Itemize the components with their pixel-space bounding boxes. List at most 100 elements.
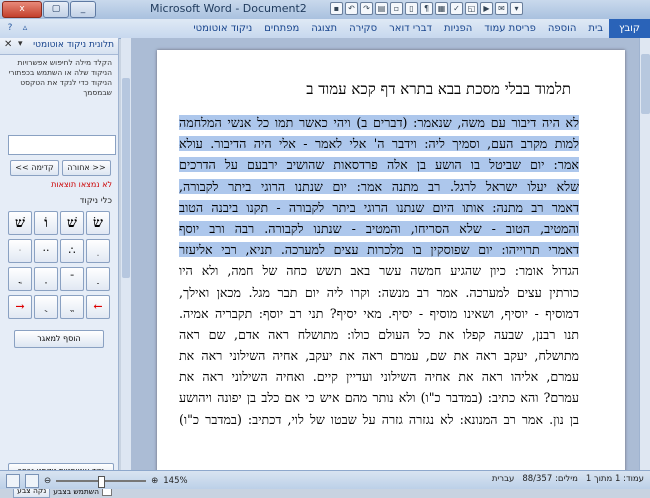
tab-file[interactable]: קובץ [609,19,650,38]
selected-text: לא היה דיבור עם משה, שנאמר: (דברים ב) וי… [179,115,579,130]
nikud-keys: שׁוֹשׁשּׂ··∴ֳָֽ־ֵ→ֱֻ← [8,211,110,319]
text-line: הגדול אומר: כיון שהגיע חמשה עשר באב תשש … [179,260,579,281]
selected-text: למות מקרב העם, וסמיך ליה: וידבר ה' אלי ל… [179,136,579,152]
text-line: למות מקרב העם, וסמיך ליה: וידבר ה' אלי ל… [179,133,579,154]
close-button[interactable]: x [2,1,42,18]
pane-description: הקלד מילה לחיפוש אפשרויות הניקוד שלה או … [8,58,112,97]
text-line: דמוסיף - יוסיף, ושאינו מוסיף - יסיף. מאי… [179,303,579,324]
format-icon[interactable]: ¶ [420,2,433,15]
nikud-key[interactable]: שׁ [8,211,32,235]
tab-auto-nikud[interactable]: ניקוד אוטומטי [187,19,258,38]
undo-icon[interactable]: ↶ [345,2,358,15]
forward-button[interactable]: קדימה >> [10,160,59,176]
zoom-knob[interactable] [98,476,106,488]
open-icon[interactable]: ▫ [390,2,403,15]
search-input[interactable] [8,135,116,155]
nikud-key[interactable]: ֵ [86,267,110,291]
nikud-key[interactable]: ֳ [8,267,32,291]
status-bar: ⊖ ⊕ 145% עמוד: 1 מתוך 1 מילים: 88/357 עב… [0,470,650,489]
ribbon-help: ? ▵ [4,22,31,34]
text-line: דאמרי תרוייהו: יום שפוסקין בו מלכרות עצי… [179,239,579,260]
email-icon[interactable]: ✉ [495,2,508,15]
nikud-key[interactable]: ֱ [60,295,84,319]
zoom-slider[interactable] [56,476,147,488]
tab-references[interactable]: הפניות [438,19,478,38]
ribbon-tabs: ? ▵ קובץ בית הוספה פריסת עמוד הפניות דבר… [0,19,650,39]
text-line: אמר: יום שביטל בו הושע בן אלה פרדסאות שה… [179,154,579,175]
selected-text: דאמר רב מתנה: אותו היום שנתנו הרוגי ביתר… [179,199,579,215]
document-heading: תלמוד בבלי מסכת בבא בתרא דף קכא עמוד ב [306,80,571,98]
text-line: מתושלח, יעקב ראה את שם, עמרם ראה את יעקב… [179,345,579,366]
word-count[interactable]: מילים: 88/357 [522,474,578,484]
minimize-ribbon-icon[interactable]: ▵ [19,22,31,34]
nikud-key[interactable]: שׂ [86,211,110,235]
tab-view[interactable]: תצוגה [305,19,343,38]
text-line: כורתין עצים למערכה. אמר רב מנשה: וקרו לי… [179,282,579,303]
zoom-controls: ⊖ ⊕ 145% [6,474,188,488]
tab-home[interactable]: בית [582,19,609,38]
macro-icon[interactable]: ▶ [480,2,493,15]
document-body[interactable]: לא היה דיבור עם משה, שנאמר: (דברים ב) וי… [179,112,579,430]
line-text: מתושלח, יעקב ראה את שם, עמרם ראה את יעקב… [179,348,579,364]
window-title: Microsoft Word - Document2 [150,2,307,15]
tools-label: כלי ניקוד [79,196,112,206]
line-text: כורתין עצים למערכה. אמר רב מנשה: וקרו לי… [179,284,579,300]
table-icon[interactable]: ▦ [435,2,448,15]
spell-icon[interactable]: ✓ [450,2,463,15]
document-scroll-thumb[interactable] [641,54,650,114]
zoom-in-icon[interactable]: ⊕ [151,476,158,486]
tab-list: קובץ בית הוספה פריסת עמוד הפניות דברי דו… [187,19,650,38]
language-indicator[interactable]: עברית [492,474,515,484]
text-line: בן נון. אמר רב המנונא: לא נגזרה גזרה על … [179,409,579,430]
maximize-button[interactable]: ▢ [43,1,69,18]
view-draft-icon[interactable] [6,474,20,488]
view-outline-icon[interactable] [25,474,39,488]
nikud-key[interactable]: ּ [8,239,32,263]
customize-icon[interactable]: ▾ [510,2,523,15]
tab-mailings[interactable]: דברי דואר [383,19,438,38]
add-to-db-button[interactable]: הוסף למאגר [14,330,104,348]
document-area: תלמוד בבלי מסכת בבא בתרא דף קכא עמוד ב ל… [131,38,639,470]
view-icon[interactable]: ◱ [465,2,478,15]
pane-header: ✕ ▾ תלונית ניקוד אוטומטי [0,38,118,55]
help-icon[interactable]: ? [4,22,16,34]
selected-text: דאמרי תרוייהו: יום שפוסקין בו מלכרות עצי… [179,242,579,258]
nikud-key[interactable]: ָ [34,267,58,291]
save-icon[interactable]: ▪ [330,2,343,15]
nikud-key[interactable]: וֹ [34,211,58,235]
minimize-button[interactable]: _ [70,1,96,18]
pane-scroll-thumb[interactable] [122,78,130,278]
zoom-out-icon[interactable]: ⊖ [44,476,51,486]
selected-text: אמר: יום שביטל בו הושע בן אלה פרדסאות שה… [179,157,579,173]
nikud-key[interactable]: ← [86,295,110,319]
page-count[interactable]: עמוד: 1 מתוך 1 [586,474,644,484]
text-line: דאמר רב מתנה: אותו היום שנתנו הרוגי ביתר… [179,197,579,218]
selected-text: שלא יעלו ישראל לרגל. רב מתנה אמר: יום שנ… [179,178,579,194]
back-button[interactable]: << אחורה [62,160,111,176]
title-bar: x ▢ _ Microsoft Word - Document2 ▪ ↶ ↷ ▤… [0,0,650,19]
line-text: עמרם? והא כתיב: (במדבר כ"ו) ולא נותר מהם… [179,390,579,406]
nikud-key[interactable]: שׁ [60,211,84,235]
nikud-key[interactable]: ־ [60,267,84,291]
chevron-down-icon[interactable]: ▾ [18,39,23,49]
nikud-key[interactable]: → [8,295,32,319]
tab-review[interactable]: סקירה [343,19,383,38]
nikud-key[interactable]: ֻ [34,295,58,319]
print-icon[interactable]: ▤ [375,2,388,15]
redo-icon[interactable]: ↷ [360,2,373,15]
selected-text: והמטיב, הטוב - שלא הסריחו, והמטיב - שנתנ… [179,220,579,236]
close-icon[interactable]: ✕ [4,39,12,50]
new-icon[interactable]: ▯ [405,2,418,15]
nikud-key[interactable]: ֽ [86,239,110,263]
tab-developer[interactable]: מפתחים [258,19,305,38]
text-line: שלא יעלו ישראל לרגל. רב מתנה אמר: יום שנ… [179,176,579,197]
tab-insert[interactable]: הוספה [542,19,583,38]
nikud-key[interactable]: ∴ [60,239,84,263]
document-scrollbar[interactable] [639,38,650,470]
nikud-key[interactable]: ·· [34,239,58,263]
tab-page-layout[interactable]: פריסת עמוד [478,19,542,38]
document-page[interactable]: תלמוד בבלי מסכת בבא בתרא דף קכא עמוד ב ל… [157,50,625,470]
line-text: בן נון. אמר רב המנונא: לא נגזרה גזרה על … [179,411,579,427]
zoom-level[interactable]: 145% [163,476,187,486]
not-found-message: לא נמצאו תוצאות [51,180,112,189]
